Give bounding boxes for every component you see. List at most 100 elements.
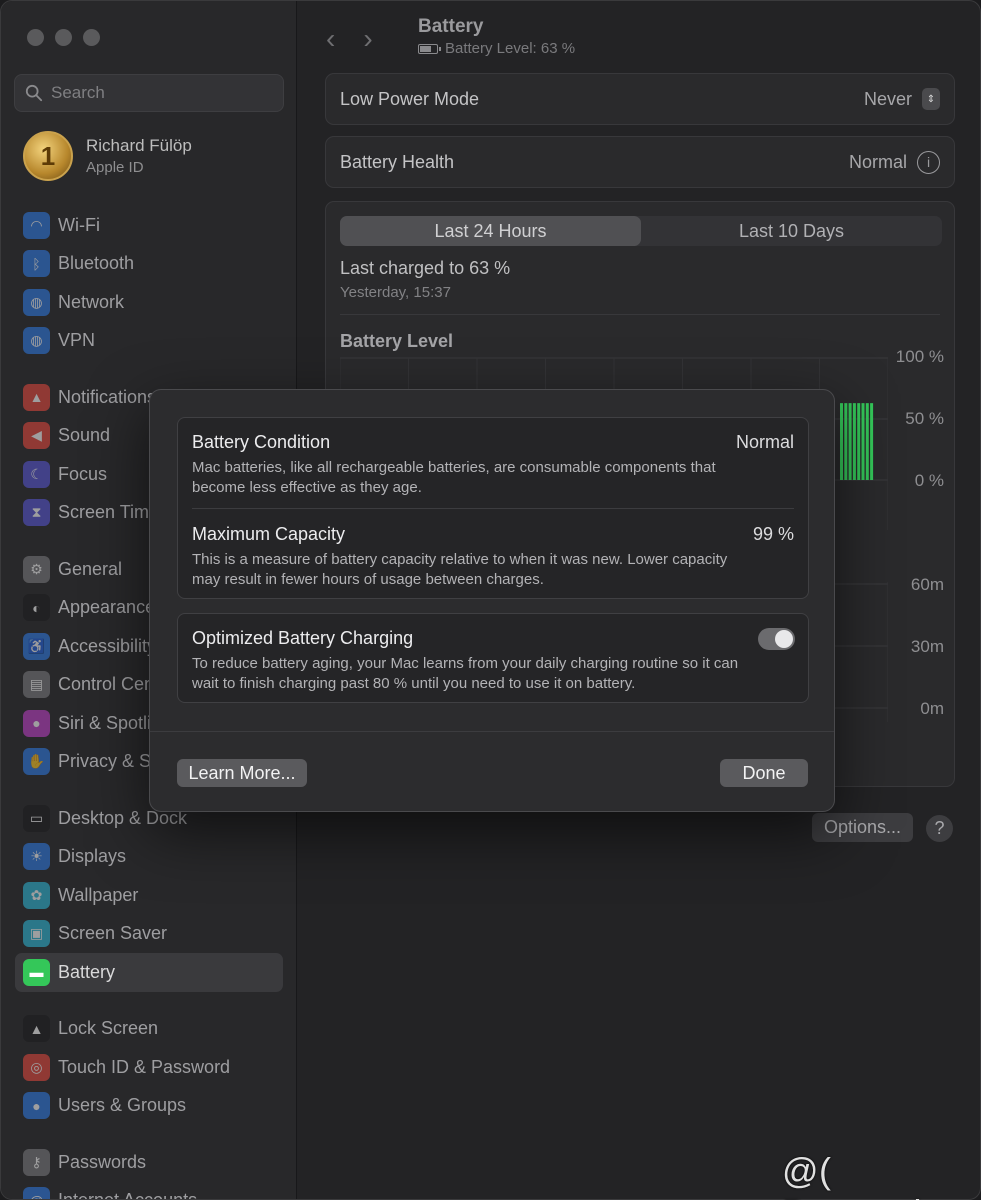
last-charged-text: Last charged to 63 % — [340, 258, 511, 278]
low-power-mode-row: Low Power Mode Never ⇕ — [325, 73, 955, 125]
profile-subtitle: Apple ID — [86, 159, 144, 176]
accessibility-icon: ♿ — [23, 632, 50, 660]
watermark: @( Bazos.sk — [782, 1150, 932, 1200]
vpn-icon: ◍ — [23, 327, 50, 355]
users-icon: ● — [23, 1092, 50, 1120]
battery-condition-description: Mac batteries, like all rechargeable bat… — [192, 459, 716, 496]
zoom-window-button[interactable] — [83, 29, 100, 46]
sidebar-item-label: Network — [58, 291, 125, 312]
sidebar-item-touch-id-password[interactable]: ◎ Touch ID & Password — [15, 1048, 283, 1087]
low-power-mode-popup[interactable]: Never ⇕ — [864, 88, 940, 110]
done-button[interactable]: Done — [720, 759, 808, 787]
flower-icon: ✿ — [23, 881, 50, 909]
divider — [192, 508, 794, 509]
last-charged-info: Last charged to 63 % Yesterday, 15:37 — [340, 258, 510, 301]
usage-tick-30m: 30m — [910, 637, 944, 656]
sidebar-item-label: Bluetooth — [58, 253, 135, 274]
battery-level-text: Battery Level: 63 % — [445, 40, 576, 57]
settings-window: 1 Richard Fülöp Apple ID ◠ Wi-Fi ᛒ Bluetoot… — [0, 0, 981, 1200]
sun-icon: ☀ — [23, 843, 50, 871]
maximum-capacity-title: Maximum Capacity — [192, 524, 346, 544]
control-centre-icon: ▤ — [23, 671, 50, 699]
sidebar-item-passwords[interactable]: ⚷ Passwords — [15, 1143, 283, 1182]
minimize-window-button[interactable] — [55, 29, 72, 46]
history-nav: ‹ › — [326, 23, 373, 55]
screen-saver-icon: ▣ — [23, 920, 50, 948]
sidebar-item-label: Screen Saver — [58, 923, 168, 944]
battery-health-sheet: Battery Condition Normal Mac batteries, … — [149, 389, 835, 812]
chevron-updown-icon: ⇕ — [922, 88, 940, 110]
options-button[interactable]: Options... — [812, 813, 913, 842]
learn-more-button[interactable]: Learn More... — [177, 759, 307, 787]
at-icon: @ — [23, 1187, 50, 1199]
sidebar-item-battery[interactable]: ▬ Battery — [15, 953, 283, 992]
sidebar-group: ▭ Desktop & Dock ☀ Displays ✿ Wallpaper ▣ Scree… — [15, 799, 283, 992]
battery-level-bar — [840, 403, 843, 480]
sidebar-item-displays[interactable]: ☀ Displays — [15, 838, 283, 877]
sidebar-item-wallpaper[interactable]: ✿ Wallpaper — [15, 876, 283, 915]
sidebar-item-screen-saver[interactable]: ▣ Screen Saver — [15, 915, 283, 954]
sidebar-item-label: VPN — [58, 330, 96, 351]
sidebar-group: ⚷ Passwords @ Internet Accounts — [15, 1143, 283, 1199]
globe-icon: ◍ — [23, 288, 50, 316]
sidebar-item-vpn[interactable]: ◍ VPN — [15, 322, 283, 361]
sidebar-item-label: Battery — [58, 961, 116, 982]
wifi-icon: ◠ — [23, 211, 50, 239]
battery-health-row: Battery Health Normal i — [325, 136, 955, 188]
optimized-charging-title: Optimized Battery Charging — [192, 628, 414, 648]
sidebar-item-label: Accessibility — [58, 635, 157, 656]
sidebar-item-wi-fi[interactable]: ◠ Wi-Fi — [15, 206, 283, 245]
tab-last-24-hours[interactable]: Last 24 Hours — [340, 216, 641, 246]
battery-level-bar — [857, 403, 861, 480]
bluetooth-icon: ᛒ — [23, 250, 50, 278]
sidebar-item-network[interactable]: ◍ Network — [15, 283, 283, 322]
search-input[interactable] — [51, 83, 271, 103]
low-power-mode-value: Never — [863, 88, 912, 109]
info-icon[interactable]: i — [917, 150, 940, 174]
help-button[interactable]: ? — [926, 815, 953, 842]
search-field[interactable] — [14, 74, 284, 112]
sidebar-item-label: Internet Accounts — [58, 1190, 197, 1199]
optimized-charging-toggle[interactable] — [758, 628, 795, 650]
battery-condition-title: Battery Condition — [192, 432, 331, 452]
sidebar-item-label: Lock Screen — [58, 1018, 159, 1039]
sidebar-item-label: General — [58, 558, 123, 579]
sidebar-item-label: Focus — [58, 463, 108, 484]
lock-icon: ▲ — [23, 1015, 50, 1043]
sidebar-item-users-groups[interactable]: ● Users & Groups — [15, 1087, 283, 1126]
bell-icon: ▲ — [23, 383, 50, 411]
sidebar-item-bluetooth[interactable]: ᛒ Bluetooth — [15, 245, 283, 284]
battery-health-details-card: Battery Condition Normal Mac batteries, … — [177, 417, 809, 599]
forward-icon[interactable]: › — [363, 23, 372, 55]
window-controls — [27, 29, 100, 46]
sidebar-item-lock-screen[interactable]: ▲ Lock Screen — [15, 1010, 283, 1049]
sidebar-item-label: Passwords — [58, 1151, 147, 1172]
optimized-charging-card: Optimized Battery Charging To reduce bat… — [177, 613, 809, 703]
battery-health-label: Battery Health — [340, 151, 455, 172]
page-header: Battery Battery Level: 63 % — [418, 16, 575, 57]
page-title: Battery — [418, 16, 484, 37]
last-charged-time: Yesterday, 15:37 — [340, 284, 451, 301]
optimized-charging-section: Optimized Battery Charging To reduce bat… — [192, 628, 794, 694]
maximum-capacity-value: 99 % — [752, 524, 794, 544]
y-tick-100: 100 % — [895, 347, 944, 366]
tab-last-10-days[interactable]: Last 10 Days — [641, 216, 942, 246]
range-segmented-control[interactable]: Last 24 Hours Last 10 Days — [340, 216, 942, 246]
sidebar-item-label: Sound — [58, 425, 111, 446]
apple-id-profile[interactable]: 1 Richard Fülöp Apple ID — [23, 131, 192, 181]
hourglass-icon: ⧗ — [23, 499, 50, 527]
sidebar-item-label: Screen Time — [58, 502, 160, 523]
battery-condition-value: Normal — [735, 432, 794, 452]
divider — [150, 731, 834, 732]
battery-level-bar — [848, 403, 852, 480]
back-icon[interactable]: ‹ — [326, 23, 335, 55]
sidebar-group: ▲ Lock Screen ◎ Touch ID & Password ● Users &… — [15, 1010, 283, 1126]
close-window-button[interactable] — [27, 29, 44, 46]
y-tick-0: 0 % — [914, 471, 944, 490]
speaker-icon: ◀ — [23, 422, 50, 450]
siri-icon: ● — [23, 709, 50, 737]
sidebar-item-internet-accounts[interactable]: @ Internet Accounts — [15, 1182, 283, 1199]
profile-name: Richard Fülöp — [86, 136, 192, 155]
battery-condition-section: Battery Condition Normal Mac batteries, … — [192, 432, 794, 498]
page-subtitle: Battery Level: 63 % — [418, 40, 575, 57]
